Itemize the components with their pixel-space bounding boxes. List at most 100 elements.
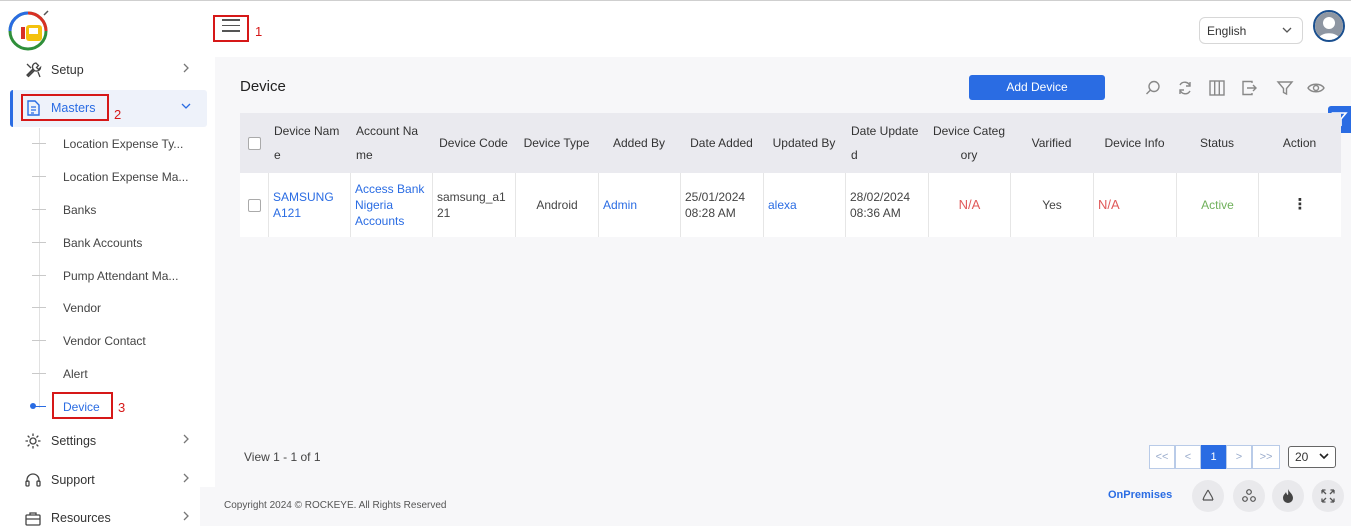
cluster-button[interactable] <box>1233 480 1265 512</box>
sidebar-subitem-location-expense-type[interactable]: Location Expense Ty... <box>63 137 183 151</box>
cell-line: 28/02/2024 <box>850 190 911 204</box>
column-header-status[interactable]: Status <box>1176 113 1258 173</box>
cell-line: Nigeria <box>355 198 394 212</box>
annotation-box-2 <box>21 94 109 121</box>
sidebar-item-settings[interactable]: Settings <box>0 426 215 456</box>
page-last-button[interactable]: >> <box>1252 445 1280 469</box>
header-line: me <box>356 148 373 162</box>
sidebar-item-label: Settings <box>51 434 97 448</box>
fire-button[interactable] <box>1272 480 1304 512</box>
header-line: Device Nam <box>274 124 340 138</box>
cell-device-type: Android <box>515 173 598 237</box>
row-checkbox[interactable] <box>247 198 261 212</box>
column-header-varified[interactable]: Varified <box>1010 113 1093 173</box>
submenu-tick <box>32 209 46 210</box>
annotation-label-3: 3 <box>118 400 126 415</box>
cell-line: A121 <box>273 206 302 220</box>
sidebar-subitem-vendor-contact[interactable]: Vendor Contact <box>63 334 146 348</box>
submenu-line <box>39 128 40 408</box>
table-header: Device Nam e Account Na me Device Code Dev… <box>240 113 1341 173</box>
sidebar-item-setup[interactable]: Setup <box>0 55 215 85</box>
page-first-button[interactable]: << <box>1149 445 1175 469</box>
chevron-right-icon <box>183 473 189 483</box>
page-number-button[interactable]: 1 <box>1201 445 1226 469</box>
columns-icon[interactable] <box>1208 79 1226 97</box>
table-row[interactable]: SAMSUNG A121 Access Bank Nigeria Accounts s… <box>240 173 1341 237</box>
cell-status: Active <box>1176 173 1258 237</box>
column-header-device-info[interactable]: Device Info <box>1093 113 1176 173</box>
cluster-icon <box>1242 489 1256 502</box>
cell-line: 21 <box>437 206 451 220</box>
sidebar-item-label: Setup <box>51 63 84 77</box>
submenu-tick <box>32 242 46 243</box>
page-prev-button[interactable]: < <box>1175 445 1201 469</box>
header-line: Date Update <box>851 124 919 138</box>
cell-line: 08:28 AM <box>685 206 736 220</box>
sidebar-subitem-bank-accounts[interactable]: Bank Accounts <box>63 236 142 250</box>
column-header-date-added[interactable]: Date Added <box>680 113 763 173</box>
cell-line: Access Bank <box>355 182 425 196</box>
headset-icon <box>25 473 41 487</box>
expand-icon <box>1321 489 1335 503</box>
fire-icon <box>1283 489 1293 503</box>
row-select-cell <box>240 173 268 237</box>
chevron-down-icon <box>1282 27 1292 33</box>
sidebar-subitem-banks[interactable]: Banks <box>63 203 96 217</box>
annotation-label-2: 2 <box>114 107 122 122</box>
annotation-box-3 <box>52 392 113 419</box>
active-indicator <box>30 403 36 409</box>
recycle-button[interactable] <box>1192 480 1224 512</box>
page-title: Device <box>240 78 286 95</box>
cell-device-category: N/A <box>928 173 1010 237</box>
sidebar-item-label: Support <box>51 473 95 487</box>
sidebar-subitem-pump-attendant[interactable]: Pump Attendant Ma... <box>63 269 178 283</box>
cell-device-name[interactable]: SAMSUNG A121 <box>268 173 350 237</box>
header-line: e <box>274 148 281 162</box>
cell-line: 25/01/2024 <box>685 190 746 204</box>
cell-date-added: 25/01/2024 08:28 AM <box>680 173 763 237</box>
add-device-button[interactable]: Add Device <box>969 75 1105 100</box>
header-line: Account Na <box>356 124 419 138</box>
refresh-icon[interactable] <box>1176 79 1194 97</box>
cell-updated-by[interactable]: alexa <box>763 173 845 237</box>
page-size-select[interactable]: 20 <box>1288 446 1336 468</box>
row-action-menu[interactable]: ⋮ <box>1258 173 1341 237</box>
submenu-tick <box>32 176 46 177</box>
cell-line: SAMSUNG <box>273 190 334 204</box>
page-size-value: 20 <box>1295 450 1309 464</box>
chevron-right-icon <box>183 434 189 444</box>
submenu-tick <box>32 143 46 144</box>
gear-icon <box>25 433 41 449</box>
page-next-button[interactable]: > <box>1226 445 1252 469</box>
cell-added-by[interactable]: Admin <box>598 173 680 237</box>
column-header-account-name[interactable]: Account Na me <box>350 113 432 173</box>
fullscreen-button[interactable] <box>1312 480 1344 512</box>
column-header-device-code[interactable]: Device Code <box>432 113 515 173</box>
search-icon[interactable] <box>1144 79 1162 97</box>
cell-account-name[interactable]: Access Bank Nigeria Accounts <box>350 173 432 237</box>
eye-icon[interactable] <box>1307 79 1325 97</box>
cell-device-info: N/A <box>1093 173 1176 237</box>
select-all-checkbox[interactable] <box>247 136 261 150</box>
annotation-label-1: 1 <box>255 24 263 39</box>
tools-icon <box>26 62 42 78</box>
column-header-device-type[interactable]: Device Type <box>515 113 598 173</box>
column-header-device-category[interactable]: Device Categ ory <box>928 113 1010 173</box>
copyright-text: Copyright 2024 © ROCKEYE. All Rights Res… <box>224 500 447 511</box>
column-header-added-by[interactable]: Added By <box>598 113 680 173</box>
column-header-updated-by[interactable]: Updated By <box>763 113 845 173</box>
onpremises-link[interactable]: OnPremises <box>1108 489 1172 501</box>
user-avatar[interactable] <box>1313 10 1345 42</box>
top-bar: English <box>0 0 1351 57</box>
sidebar-subitem-vendor[interactable]: Vendor <box>63 301 101 315</box>
sidebar-item-resources[interactable]: Resources <box>0 503 215 526</box>
app-logo[interactable] <box>8 9 50 51</box>
sidebar-subitem-alert[interactable]: Alert <box>63 367 88 381</box>
export-icon[interactable] <box>1240 79 1258 97</box>
column-header-date-updated[interactable]: Date Update d <box>845 113 928 173</box>
sidebar-subitem-location-expense-master[interactable]: Location Expense Ma... <box>63 170 188 184</box>
column-header-device-name[interactable]: Device Nam e <box>268 113 350 173</box>
sidebar-item-support[interactable]: Support <box>0 465 215 495</box>
language-select[interactable]: English <box>1199 17 1303 44</box>
filter-icon[interactable] <box>1276 79 1294 97</box>
